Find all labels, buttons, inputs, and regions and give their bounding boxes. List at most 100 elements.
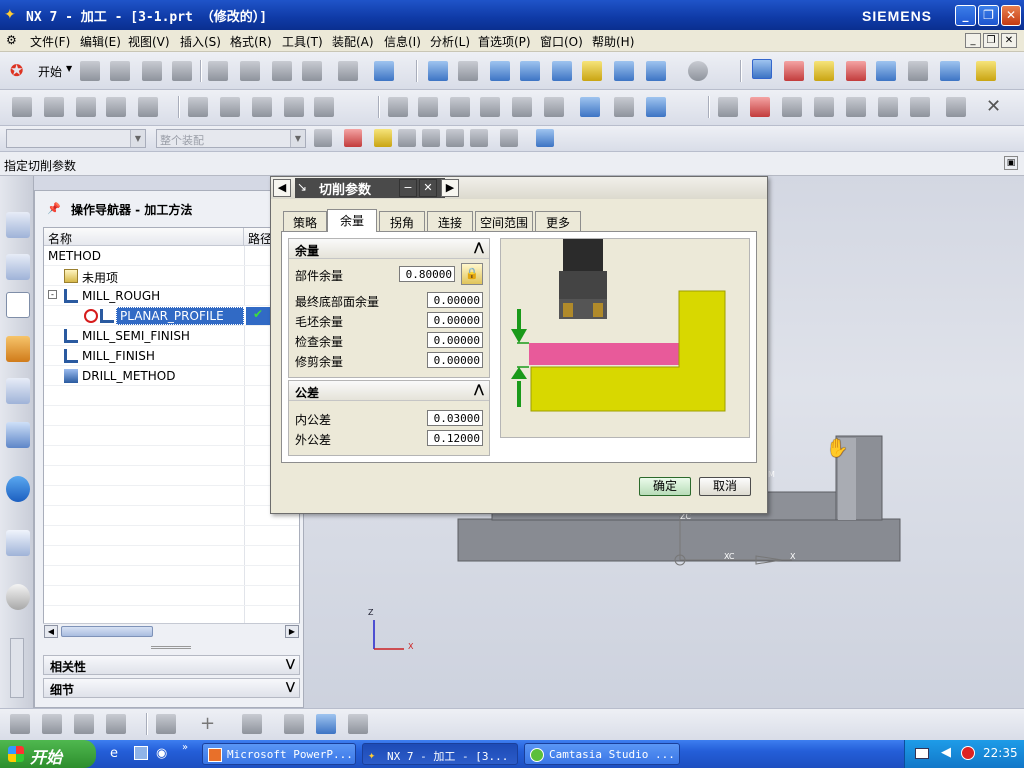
ie-quicklaunch-icon[interactable]: e [110,746,118,761]
snap-int-icon[interactable] [470,129,488,147]
select-cube-icon[interactable] [536,129,554,147]
replay-path-icon[interactable] [418,97,438,117]
menu-window[interactable]: 窗口(O) [540,33,583,50]
desktop-quicklaunch-icon[interactable] [134,746,148,760]
point-icon[interactable]: + [200,713,215,734]
snap-icon[interactable] [344,129,362,147]
window-titlebar[interactable]: ✦ NX 7 - 加工 - [3-1.prt （修改的）] SIEMENS _ … [0,0,1024,30]
copy-icon[interactable] [240,61,260,81]
delete-icon[interactable] [302,61,322,81]
column-name-header[interactable]: 名称 [44,228,244,246]
solid-icon[interactable] [316,714,336,734]
snap-center-icon[interactable] [422,129,440,147]
snap-end-icon[interactable] [374,129,392,147]
constraint-navigator-icon[interactable] [6,254,30,280]
menu-format[interactable]: 格式(R) [230,33,272,50]
list-path-icon[interactable] [450,97,470,117]
menu-app-icon[interactable]: ⚙ [6,33,17,47]
mdi-close-button[interactable]: ✕ [1001,33,1017,48]
tree-row-mill-semi-finish[interactable]: MILL_SEMI_FINISH [44,326,299,346]
rotate-icon[interactable] [552,61,572,81]
tree-row-planar-profile[interactable]: PLANAR_PROFILE ✔ [44,306,299,326]
undo-icon[interactable] [338,61,358,81]
check-stock-input[interactable]: 0.00000 [427,332,483,348]
web-browser-icon[interactable] [6,530,30,556]
floor-stock-input[interactable]: 0.00000 [427,292,483,308]
trim-stock-input[interactable]: 0.00000 [427,352,483,368]
select-box-icon[interactable] [500,129,518,147]
part-stock-input[interactable]: 0.80000 [399,266,455,282]
close-button[interactable]: ✕ [1001,5,1021,26]
snap-point-icon[interactable] [814,61,834,81]
menu-edit[interactable]: 编辑(E) [80,33,121,50]
feature-navigator-icon[interactable] [6,378,30,404]
tree-row-unused[interactable]: 未用项 [44,266,299,286]
keyboard-tray-icon[interactable] [915,748,929,759]
verify-path-icon[interactable] [480,97,500,117]
create-geometry-icon[interactable] [76,97,96,117]
orient-wcs-icon[interactable] [784,61,804,81]
display-mode-icon[interactable] [688,61,708,81]
cancel-button[interactable]: 取消 [699,477,751,496]
restore-button[interactable]: ❐ [978,5,999,26]
mdi-restore-button[interactable]: ❐ [983,33,999,48]
shop-doc-icon[interactable] [614,97,634,117]
cut-object-icon[interactable] [750,97,770,117]
paste-icon[interactable] [272,61,292,81]
dependencies-section[interactable]: 相关性 ⋁ [43,655,300,675]
menu-insert[interactable]: 插入(S) [180,33,221,50]
record-tray-icon[interactable] [961,746,975,760]
method-view-icon[interactable] [284,97,304,117]
pan-icon[interactable] [582,61,602,81]
menu-view[interactable]: 视图(V) [128,33,170,50]
create-tool-icon[interactable] [44,97,64,117]
simulate-icon[interactable] [512,97,532,117]
zoom-area-icon[interactable] [490,61,510,81]
geometry-icon[interactable] [74,714,94,734]
output-cls-icon[interactable] [580,97,600,117]
quicklaunch-more-icon[interactable]: » [182,742,188,753]
filter-settings-icon[interactable] [314,129,332,147]
create-program-icon[interactable] [12,97,32,117]
tab-stock[interactable]: 余量 [327,209,377,232]
generate-path-icon[interactable] [388,97,408,117]
tab-more[interactable]: 更多 [535,211,581,231]
display-object-icon[interactable] [846,97,866,117]
zoom-window-icon[interactable] [458,61,478,81]
plane-icon[interactable] [284,714,304,734]
task-powerpoint[interactable]: Microsoft PowerP... [202,743,356,765]
transform-object-icon[interactable] [878,97,898,117]
operation-navigator-icon[interactable] [6,292,30,318]
dialog-back-icon[interactable]: ◀ [273,179,291,197]
collapse-icon[interactable]: - [48,290,57,299]
assembly-navigator-icon[interactable] [6,212,30,238]
create-method-icon[interactable] [106,97,126,117]
mdi-minimize-button[interactable]: _ [965,33,981,48]
navigator-hscrollbar[interactable]: ◀ ▶ [43,623,300,639]
tree-row-mill-rough[interactable]: - MILL_ROUGH [44,286,299,306]
create-operation-icon[interactable] [138,97,158,117]
wcs-icon[interactable] [752,59,772,79]
blank-stock-input[interactable]: 0.00000 [427,312,483,328]
shaded-cube-icon[interactable] [646,61,666,81]
assembly-filter-combo[interactable]: 整个装配 ▼ [156,129,306,148]
new-icon[interactable] [80,61,100,81]
print-icon[interactable] [172,61,192,81]
machine-tool-icon[interactable] [42,714,62,734]
machine-navigator-icon[interactable] [6,336,30,362]
tree-row-drill-method[interactable]: DRILL_METHOD [44,366,299,386]
measure-icon[interactable] [940,61,960,81]
open-icon[interactable] [110,61,130,81]
zoom-icon[interactable] [520,61,540,81]
machining-method-icon[interactable] [314,97,334,117]
tree-row-method[interactable]: METHOD [44,246,299,266]
tool-view-icon[interactable] [220,97,240,117]
selection-icon[interactable] [876,61,896,81]
method-icon[interactable] [106,714,126,734]
object-info-icon[interactable] [910,97,930,117]
dialog-forward-icon[interactable]: ▶ [441,179,459,197]
type-filter-combo[interactable]: ▼ [6,129,146,148]
paste-object-icon[interactable] [814,97,834,117]
render-icon[interactable] [614,61,634,81]
scroll-thumb[interactable] [61,626,153,637]
